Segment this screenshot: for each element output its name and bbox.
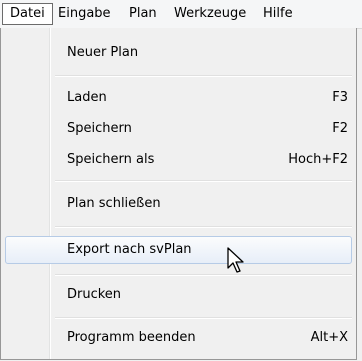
menu-item-label: Plan schließen bbox=[67, 196, 161, 211]
menu-item-programm-beenden[interactable]: Programm beenden Alt+X bbox=[5, 325, 352, 351]
menu-item-drucken[interactable]: Drucken bbox=[5, 282, 352, 308]
file-menu-dropdown: Neuer Plan Laden F3 Speichern F2 Speiche… bbox=[0, 28, 357, 360]
menu-item-shortcut: Alt+X bbox=[310, 330, 348, 345]
menu-separator bbox=[55, 180, 352, 182]
menu-datei[interactable]: Datei bbox=[2, 3, 53, 25]
menu-item-label: Neuer Plan bbox=[67, 45, 139, 60]
menu-hilfe[interactable]: Hilfe bbox=[256, 4, 300, 24]
menu-item-speichern[interactable]: Speichern F2 bbox=[5, 116, 352, 142]
menu-separator bbox=[55, 75, 352, 77]
menu-item-label: Speichern als bbox=[67, 152, 155, 167]
menu-item-speichern-als[interactable]: Speichern als Hoch+F2 bbox=[5, 147, 352, 173]
menu-werkzeuge[interactable]: Werkzeuge bbox=[167, 4, 253, 24]
menu-item-export-svplan[interactable]: Export nach svPlan bbox=[5, 236, 352, 264]
menu-item-plan-schliessen[interactable]: Plan schließen bbox=[5, 191, 352, 217]
menu-item-label: Drucken bbox=[67, 287, 122, 302]
menu-item-laden[interactable]: Laden F3 bbox=[5, 85, 352, 111]
menu-separator bbox=[55, 226, 352, 228]
menu-item-shortcut: F3 bbox=[332, 90, 348, 105]
menu-item-shortcut: F2 bbox=[332, 121, 348, 136]
menu-plan[interactable]: Plan bbox=[122, 4, 164, 24]
menu-item-label: Laden bbox=[67, 90, 107, 105]
menu-bar: Datei Eingabe Plan Werkzeuge Hilfe bbox=[0, 0, 362, 29]
menu-item-label: Programm beenden bbox=[67, 330, 196, 345]
menu-separator bbox=[55, 274, 352, 276]
application-window: Datei Eingabe Plan Werkzeuge Hilfe Neuer… bbox=[0, 0, 362, 361]
mouse-pointer-icon bbox=[227, 247, 244, 273]
menu-item-neuer-plan[interactable]: Neuer Plan bbox=[5, 40, 352, 66]
menu-item-label: Export nach svPlan bbox=[67, 242, 192, 257]
menu-item-label: Speichern bbox=[67, 121, 132, 136]
menu-separator bbox=[55, 317, 352, 319]
menu-item-shortcut: Hoch+F2 bbox=[288, 152, 348, 167]
menu-eingabe[interactable]: Eingabe bbox=[51, 4, 118, 24]
